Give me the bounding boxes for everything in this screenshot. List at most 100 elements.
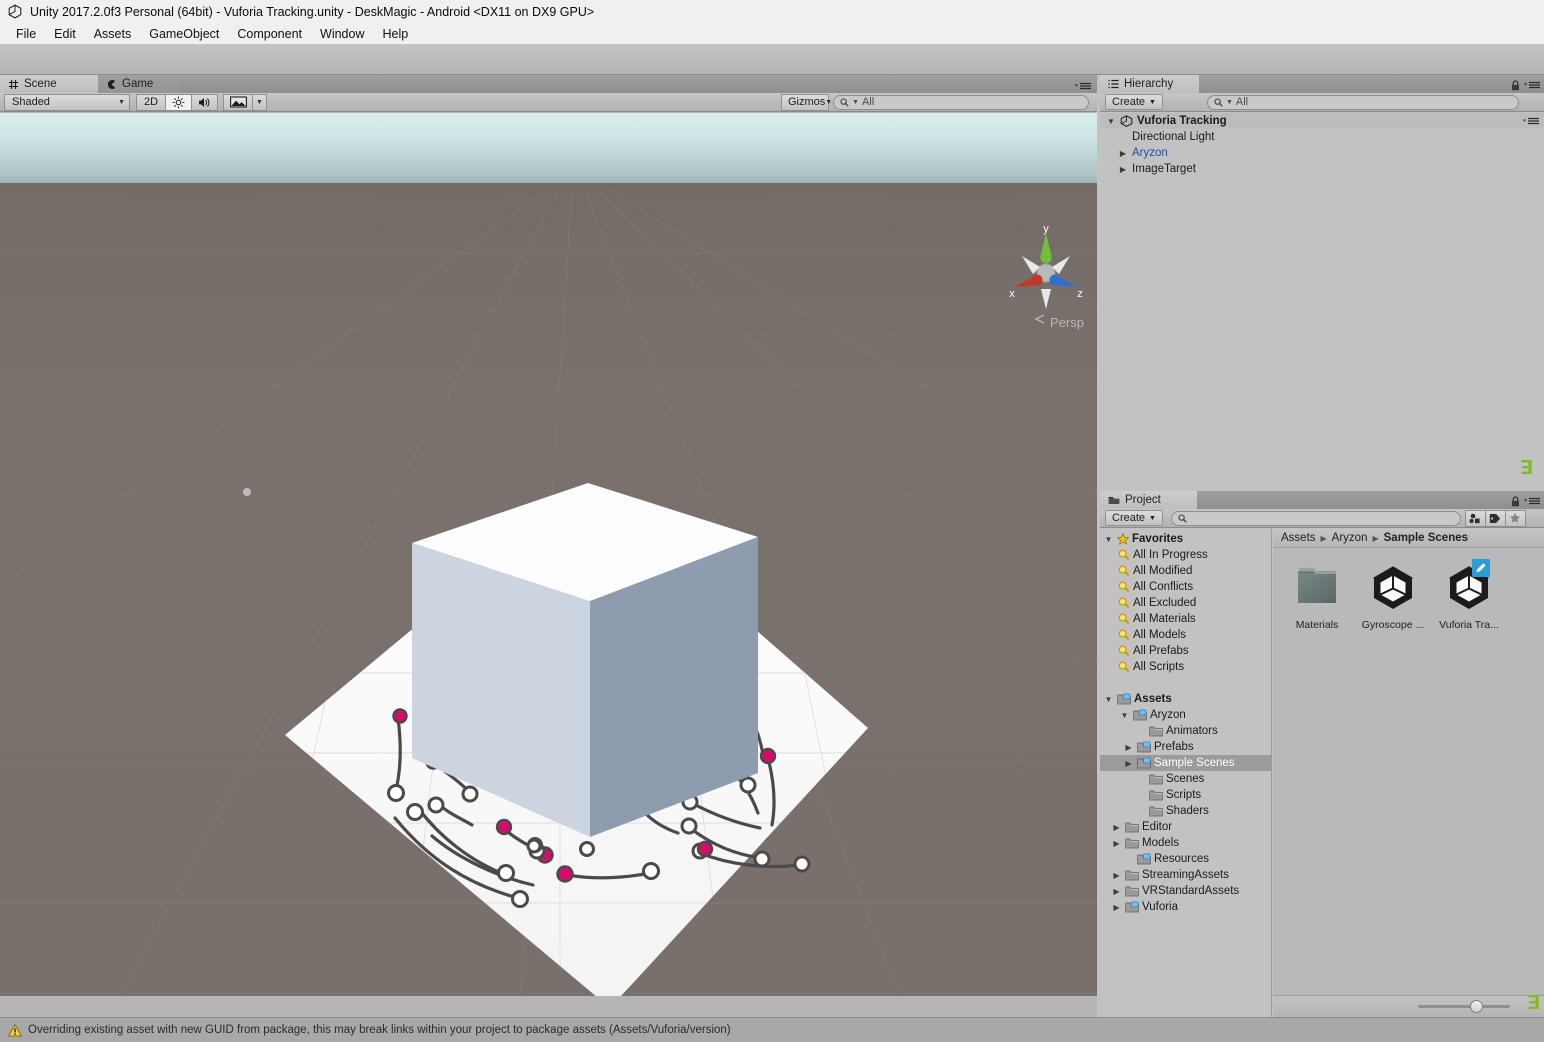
scene-panel: Scene Game Shaded ▼ 2D ▼ Gizmos ▼ ▼ All …: [0, 75, 1097, 1017]
status-bar[interactable]: Overriding existing asset with new GUID …: [0, 1017, 1544, 1042]
project-tree-item-editor[interactable]: ▶ Editor: [1100, 819, 1271, 835]
favorites-root[interactable]: ▼ Favorites: [1100, 531, 1271, 547]
chevron-down-icon[interactable]: ▼: [1103, 695, 1114, 704]
favorite-all-excluded[interactable]: All Excluded: [1100, 595, 1271, 611]
menu-assets[interactable]: Assets: [85, 25, 141, 43]
hierarchy-search-input[interactable]: ▼ All: [1206, 94, 1519, 110]
chevron-right-icon[interactable]: ▶: [1111, 839, 1122, 848]
chevron-down-icon[interactable]: ▼: [1106, 117, 1116, 126]
project-tree-item-resources[interactable]: ▶ Resources: [1100, 851, 1271, 867]
scene-panel-menu-button[interactable]: [1075, 82, 1091, 91]
game-pacman-icon: [107, 79, 116, 89]
project-tree-item-vrstandardassets[interactable]: ▶ VRStandardAssets: [1100, 883, 1271, 899]
gizmo-projection-label: Persp: [1050, 315, 1084, 330]
project-tree-item-models[interactable]: ▶ Models: [1100, 835, 1271, 851]
project-tree-item-sample-scenes[interactable]: ▶ Sample Scenes: [1100, 755, 1271, 771]
slider-knob[interactable]: [1470, 1000, 1483, 1013]
hierarchy-resize-grip-icon[interactable]: Ǝ: [1520, 459, 1533, 480]
favorite-all-conflicts[interactable]: All Conflicts: [1100, 579, 1271, 595]
project-tree-item-aryzon[interactable]: ▼ Aryzon: [1100, 707, 1271, 723]
project-tree-item-animators[interactable]: ▶ Animators: [1100, 723, 1271, 739]
chevron-right-icon[interactable]: ▶: [1111, 823, 1122, 832]
asset-item-vuforia-tracking-scene[interactable]: Vuforia Tra...: [1431, 559, 1507, 995]
favorite-all-in-progress[interactable]: All In Progress: [1100, 547, 1271, 563]
chevron-right-icon[interactable]: ▶: [1118, 149, 1128, 158]
chevron-down-icon[interactable]: ▼: [1119, 711, 1130, 720]
chevron-right-icon[interactable]: ▶: [1111, 887, 1122, 896]
project-tree-item-assets[interactable]: ▼ Assets: [1100, 691, 1271, 707]
menu-gameobject[interactable]: GameObject: [140, 25, 228, 43]
hierarchy-item-aryzon[interactable]: ▶ Aryzon: [1100, 145, 1544, 161]
project-tree-label: Models: [1142, 837, 1180, 849]
slider-track[interactable]: [1418, 1000, 1510, 1013]
project-tree-label: Shaders: [1166, 805, 1209, 817]
breadcrumb-assets[interactable]: Assets: [1281, 532, 1316, 544]
project-tree-item-scenes[interactable]: ▶ Scenes: [1100, 771, 1271, 787]
menu-bar: File Edit Assets GameObject Component Wi…: [0, 23, 1544, 44]
asset-item-materials[interactable]: Materials: [1279, 561, 1355, 995]
folder-blue-icon: [1125, 901, 1139, 913]
menu-help[interactable]: Help: [373, 25, 417, 43]
menu-file[interactable]: File: [7, 25, 45, 43]
toggle-lighting-button[interactable]: [165, 93, 192, 111]
scene-viewport[interactable]: y x z Persp Ǝ: [0, 113, 1097, 996]
hierarchy-item-directional-light[interactable]: ▶ Directional Light: [1100, 129, 1544, 145]
project-search-input[interactable]: [1170, 510, 1461, 526]
scene-axis-gizmo[interactable]: y x z Persp: [1000, 225, 1092, 330]
project-tree-item-vuforia[interactable]: ▶ Vuforia: [1100, 899, 1271, 915]
panel-menu-icon[interactable]: [1523, 117, 1539, 126]
scene-search-input[interactable]: ▼ All: [833, 94, 1089, 110]
favorite-all-materials[interactable]: All Materials: [1100, 611, 1271, 627]
chevron-down-icon: ▼: [852, 98, 859, 106]
project-tree-column: ▼ Favorites All In Progress All Modified…: [1100, 529, 1272, 1017]
effects-dropdown-button[interactable]: ▼: [252, 93, 267, 111]
asset-item-gyroscope-scene[interactable]: Gyroscope ...: [1355, 561, 1431, 995]
hierarchy-tree: ▼ Vuforia Tracking ▶ Directional Light ▶…: [1100, 113, 1544, 490]
filter-by-label-button[interactable]: [1484, 509, 1506, 527]
draw-mode-dropdown[interactable]: Shaded ▼: [4, 93, 130, 111]
toggle-effects-button[interactable]: [223, 93, 253, 111]
panel-menu-icon[interactable]: [1524, 497, 1540, 506]
project-create-button[interactable]: Create ▼: [1105, 510, 1163, 526]
tab-hierarchy[interactable]: Hierarchy: [1100, 75, 1199, 93]
favorite-all-models[interactable]: All Models: [1100, 627, 1271, 643]
project-tree-item-prefabs[interactable]: ▶ Prefabs: [1100, 739, 1271, 755]
toggle-2d-button[interactable]: 2D: [136, 93, 166, 111]
tab-game[interactable]: Game: [98, 75, 180, 93]
scene-3d-content: [0, 187, 1097, 996]
menu-edit[interactable]: Edit: [45, 25, 85, 43]
project-tree-item-streamingassets[interactable]: ▶ StreamingAssets: [1100, 867, 1271, 883]
menu-component[interactable]: Component: [228, 25, 311, 43]
chevron-right-icon[interactable]: ▶: [1111, 903, 1122, 912]
hierarchy-create-button[interactable]: Create ▼: [1105, 94, 1163, 110]
chevron-right-icon[interactable]: ▶: [1118, 165, 1128, 174]
chevron-right-icon[interactable]: ▶: [1123, 743, 1134, 752]
lock-icon[interactable]: [1511, 496, 1520, 507]
panel-menu-icon[interactable]: [1524, 81, 1540, 90]
asset-zoom-slider[interactable]: Ǝ: [1273, 994, 1544, 1017]
tab-scene[interactable]: Scene: [0, 75, 98, 93]
hierarchy-item-imagetarget[interactable]: ▶ ImageTarget: [1100, 161, 1544, 177]
toggle-audio-button[interactable]: [191, 93, 218, 111]
tab-project[interactable]: Project: [1100, 491, 1197, 509]
asset-label: Vuforia Tra...: [1439, 619, 1499, 631]
chevron-right-icon[interactable]: ▶: [1111, 871, 1122, 880]
gizmos-dropdown[interactable]: Gizmos ▼: [781, 93, 833, 111]
project-tree-item-shaders[interactable]: ▶ Shaders: [1100, 803, 1271, 819]
chevron-right-icon[interactable]: ▶: [1123, 759, 1134, 768]
project-tree-item-scripts[interactable]: ▶ Scripts: [1100, 787, 1271, 803]
hierarchy-item-scene-root[interactable]: ▼ Vuforia Tracking: [1100, 113, 1544, 129]
menu-window[interactable]: Window: [311, 25, 373, 43]
favorite-star-button[interactable]: [1504, 509, 1526, 527]
chevron-down-icon[interactable]: ▼: [1103, 535, 1114, 544]
breadcrumb-aryzon[interactable]: Aryzon: [1332, 532, 1368, 544]
filter-by-type-button[interactable]: [1464, 509, 1486, 527]
lock-icon[interactable]: [1511, 80, 1520, 91]
project-resize-grip-icon[interactable]: Ǝ: [1527, 994, 1540, 1015]
favorite-all-modified[interactable]: All Modified: [1100, 563, 1271, 579]
favorite-all-prefabs[interactable]: All Prefabs: [1100, 643, 1271, 659]
chevron-down-icon: ▼: [825, 98, 833, 106]
favorite-all-scripts[interactable]: All Scripts: [1100, 659, 1271, 675]
star-icon: [1117, 533, 1129, 545]
warning-triangle-icon: [8, 1023, 22, 1036]
